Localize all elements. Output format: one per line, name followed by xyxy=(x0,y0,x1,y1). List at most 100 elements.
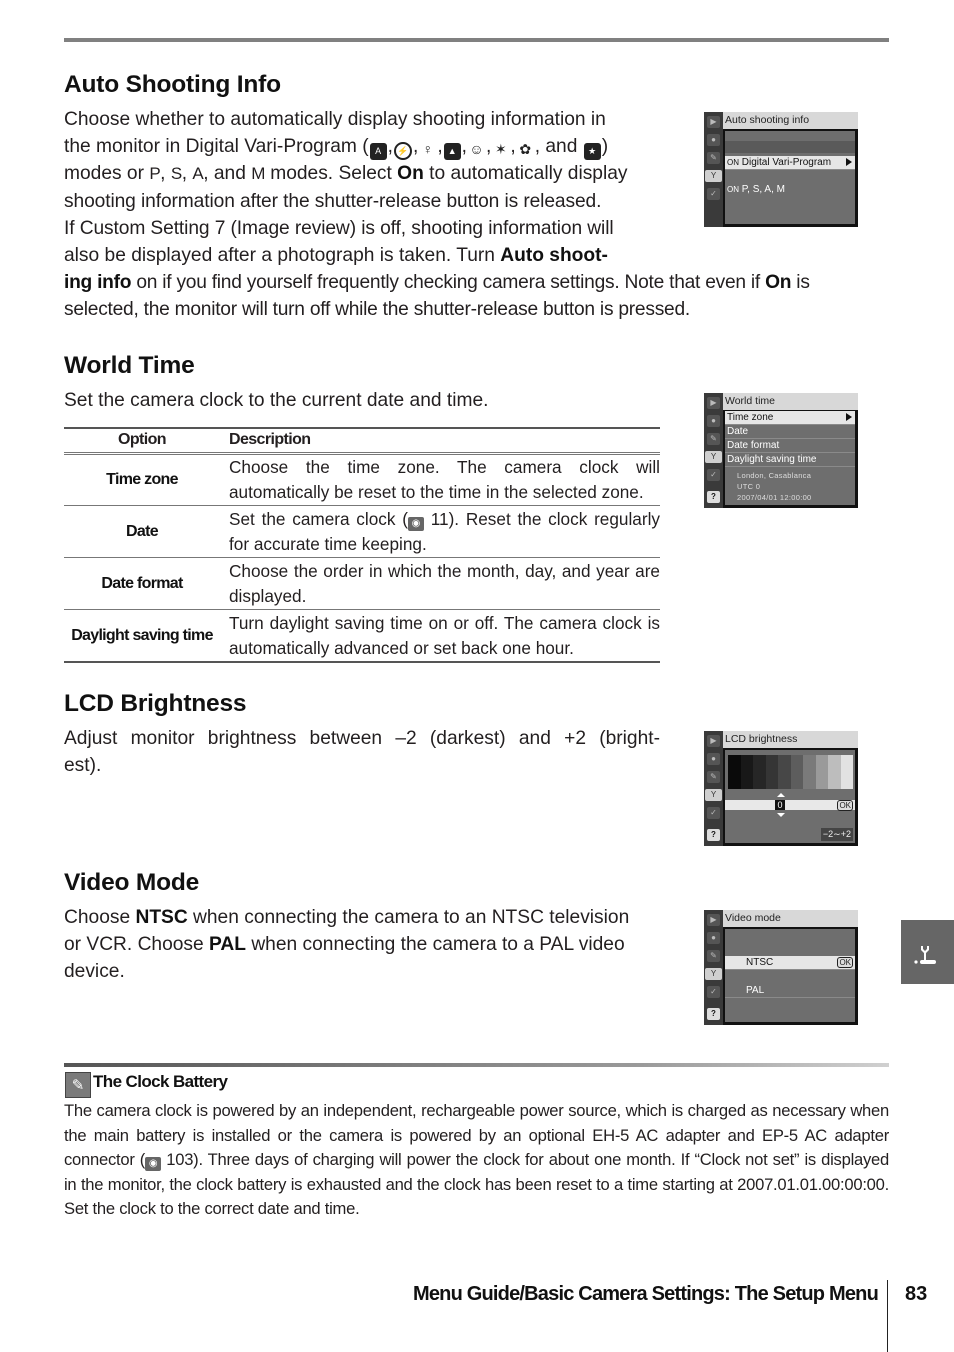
text-line: Choose NTSC when connecting the camera t… xyxy=(64,907,630,928)
sports-mode-icon: ✶ xyxy=(492,141,510,159)
text-span: , and xyxy=(534,136,578,158)
setup-wrench-icon xyxy=(914,946,936,964)
lcd-sidebar: ▶ ● ✎ Y ✓ ? xyxy=(704,731,723,846)
brightness-gray-strip xyxy=(728,755,853,789)
lcd-body: Time zone Date Date format Daylight savi… xyxy=(725,411,855,505)
lcd-screen-world-time: ▶ ● ✎ Y ✓ ? World time Time zone Date Da… xyxy=(704,393,858,508)
gray-step xyxy=(778,755,791,789)
lcd-title: Video mode xyxy=(723,910,858,927)
setup-menu-icon: Y xyxy=(705,170,722,182)
table-header-row: Option Description xyxy=(64,428,660,454)
auto-mode-icon: A xyxy=(369,143,387,161)
table-row: Daylight saving time Turn daylight savin… xyxy=(64,609,660,662)
lcd-item-daylight-saving: Daylight saving time xyxy=(725,453,855,467)
lcd-row-digital-vari-program: ON Digital Vari-Program xyxy=(725,156,855,170)
pal-bold: PAL xyxy=(209,934,246,956)
on-flag: ON xyxy=(727,185,739,194)
custom-settings-icon: ✎ xyxy=(707,771,720,783)
page-reference[interactable]: 11 xyxy=(431,509,449,529)
option-cell: Daylight saving time xyxy=(71,626,213,644)
lcd-body: 0 OK −2∼+2 xyxy=(725,750,855,843)
table-row: Date format Choose the order in which th… xyxy=(64,557,660,610)
lcd-screen-brightness: ▶ ● ✎ Y ✓ ? LCD brightness 0 OK −2∼+2 xyxy=(704,731,858,846)
auto-shooting-info-text-cont: ing info on if you find yourself frequen… xyxy=(64,269,889,323)
on-bold: On xyxy=(397,163,424,185)
info-city: London, Casablanca xyxy=(737,471,812,480)
auto-shooting-info-text: Choose whether to automatically display … xyxy=(64,106,660,269)
text-span: modes or xyxy=(64,163,150,185)
playback-menu-icon: ▶ xyxy=(707,397,720,409)
page-reference[interactable]: 103 xyxy=(166,1150,193,1169)
gray-step xyxy=(753,755,766,789)
table-bottom-rule xyxy=(64,661,660,663)
gray-step xyxy=(828,755,841,789)
footer-separator xyxy=(887,1280,888,1352)
custom-settings-icon: ✎ xyxy=(707,950,720,962)
row-label: Digital Vari-Program xyxy=(741,157,832,168)
lcd-screen-video-mode: ▶ ● ✎ Y ✓ ? Video mode NTSC OK PAL xyxy=(704,910,858,1025)
playback-menu-icon: ▶ xyxy=(707,735,720,747)
ntsc-bold: NTSC xyxy=(135,907,188,928)
retouch-menu-icon: ✓ xyxy=(707,188,720,200)
note-rule xyxy=(64,1063,889,1067)
mode-p: P xyxy=(149,164,161,184)
on-flag: ON xyxy=(727,158,739,167)
lcd-option-pal: PAL xyxy=(725,984,855,998)
setting-name-bold: Auto shoot- xyxy=(500,245,608,267)
child-mode-icon: ☺ xyxy=(468,141,485,159)
text-span: Set the camera clock ( xyxy=(229,508,408,529)
lcd-body: ON Digital Vari-Program ON P, S, A, M xyxy=(725,131,855,224)
brightness-range: −2∼+2 xyxy=(820,828,853,841)
gray-step xyxy=(790,755,803,789)
lcd-sidebar: ▶ ● ✎ Y ✓ ? xyxy=(704,393,723,508)
info-utc: UTC 0 xyxy=(737,482,761,491)
retouch-menu-icon: ✓ xyxy=(707,469,720,481)
brightness-value-bar[interactable]: 0 OK xyxy=(725,800,855,811)
close-up-mode-icon: ✿ xyxy=(516,141,534,159)
shooting-menu-icon: ● xyxy=(707,134,720,146)
landscape-mode-icon: ▲ xyxy=(443,143,461,161)
playback-menu-icon: ▶ xyxy=(707,914,720,926)
video-mode-text: Choose NTSC when connecting the camera t… xyxy=(64,904,660,986)
custom-settings-icon: ✎ xyxy=(707,152,720,164)
section-tab xyxy=(901,920,954,984)
help-icon: ? xyxy=(707,1008,720,1020)
pencil-note-icon: ✎ xyxy=(65,1072,91,1098)
lcd-item-time-zone: Time zone xyxy=(725,411,855,425)
flash-off-mode-icon: ⚡ xyxy=(393,142,412,161)
text-line: also be displayed after a photograph is … xyxy=(64,242,660,269)
lcd-row-psam: ON P, S, A, M xyxy=(725,183,855,196)
lcd-row-blank xyxy=(725,141,855,153)
gray-step xyxy=(765,755,778,789)
mode-m: M xyxy=(251,164,265,184)
text-line: ing info on if you find yourself frequen… xyxy=(64,269,889,296)
column-header-option: Option xyxy=(118,431,167,448)
retouch-menu-icon: ✓ xyxy=(707,986,720,998)
lcd-title: LCD brightness xyxy=(723,731,858,748)
gray-step xyxy=(740,755,753,789)
shooting-menu-icon: ● xyxy=(707,932,720,944)
text-span: also be displayed after a photograph is … xyxy=(64,245,501,267)
text-line: est). xyxy=(64,755,102,777)
mode-s: S xyxy=(170,164,182,184)
lcd-body: NTSC OK PAL xyxy=(725,929,855,1022)
text-span: modes. Select xyxy=(264,163,398,185)
text-line: device. xyxy=(64,961,125,983)
playback-menu-icon: ▶ xyxy=(707,116,720,128)
item-label: Time zone xyxy=(727,412,774,423)
world-time-intro: Set the camera clock to the current date… xyxy=(64,390,489,411)
mode-a: A xyxy=(192,164,204,184)
description-cell: Turn daylight saving time on or off. The… xyxy=(229,613,660,658)
lcd-title: Auto shooting info xyxy=(723,112,858,129)
setup-menu-icon: Y xyxy=(705,451,722,463)
heading-auto-shooting-info: Auto Shooting Info xyxy=(64,71,281,98)
description-cell: Choose the time zone. The camera clock w… xyxy=(229,457,660,502)
heading-lcd-brightness: LCD Brightness xyxy=(64,690,247,717)
lcd-info: London, Casablanca UTC 0 2007/04/01 12:0… xyxy=(737,470,812,503)
submenu-arrow-icon xyxy=(846,413,852,421)
night-portrait-mode-icon: ★ xyxy=(583,143,601,161)
text-line: If Custom Setting 7 (Image review) is of… xyxy=(64,217,614,239)
text-line: shooting information after the shutter-r… xyxy=(64,190,602,212)
help-icon: ? xyxy=(707,491,720,503)
text-line: Adjust monitor brightness between –2 (da… xyxy=(64,728,660,749)
